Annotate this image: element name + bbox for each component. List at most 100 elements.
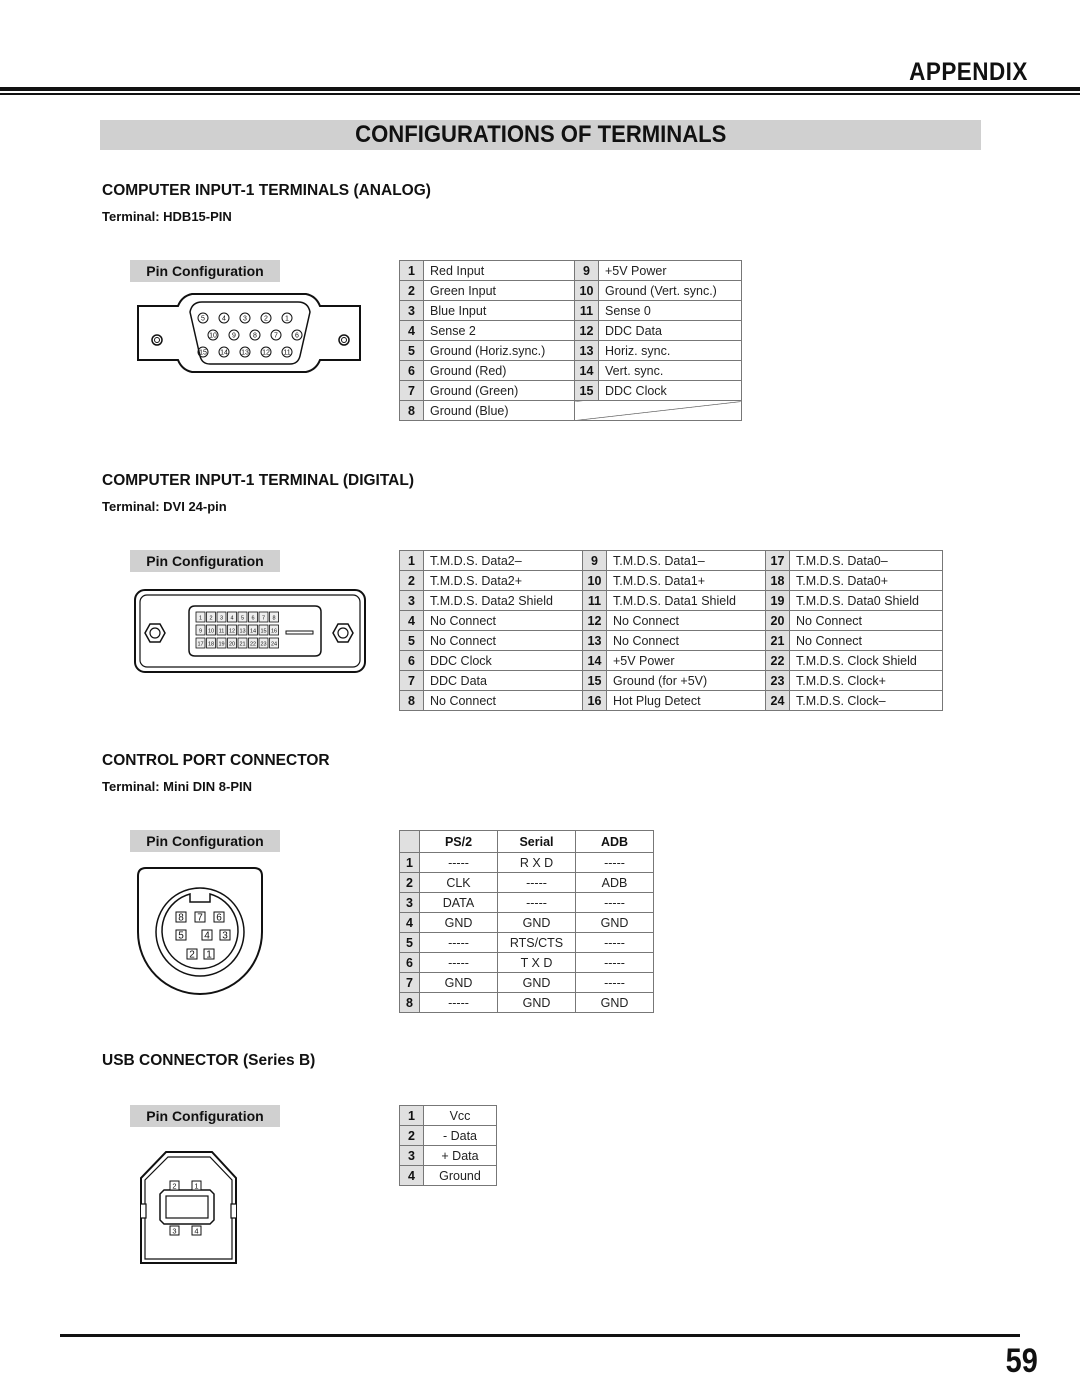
pin-number: 12 [574, 320, 599, 341]
pin-label: 21 [239, 642, 245, 648]
pin-description: T.M.D.S. Clock+ [789, 670, 943, 691]
pin-label: 11 [219, 629, 225, 635]
page-title-bar: CONFIGURATIONS OF TERMINALS [100, 120, 981, 150]
pin-label: 14 [220, 350, 228, 357]
usb-notch-right [230, 1203, 236, 1219]
pin-number: 7 [399, 380, 424, 401]
hex-nut-left-icon [144, 623, 166, 643]
pin-description: DDC Clock [423, 650, 583, 671]
pin-number: 6 [399, 952, 420, 973]
pin-number: 5 [399, 630, 424, 651]
pin-description: - Data [423, 1125, 497, 1146]
dvi-connector-diagram: 1 2 3 4 5 6 7 89 10 11 12 13 14 15 1617 18 19 20 21 22 23 24 [134, 589, 366, 673]
adb-signal: ----- [575, 892, 654, 913]
pin-label: 23 [260, 642, 266, 648]
ps2-signal: GND [419, 972, 498, 993]
serial-signal: R X D [497, 852, 576, 873]
pin-number: 11 [574, 300, 599, 321]
pin-label: 2 [209, 616, 212, 622]
pin-label: 1 [199, 616, 202, 622]
pin-label: 5 [241, 616, 244, 622]
pin-description: Ground (Blue) [423, 400, 575, 421]
pin-label: 1 [206, 950, 212, 961]
pin-description: T.M.D.S. Data1+ [606, 570, 766, 591]
serial-signal: GND [497, 972, 576, 993]
table-row: 1 Vcc [399, 1105, 497, 1126]
table-row: 2- Data [399, 1125, 497, 1146]
pin-description: Hot Plug Detect [606, 690, 766, 711]
table-row: 5 ----- RTS/CTS ----- [399, 932, 654, 953]
pin-description: Vert. sync. [598, 360, 742, 381]
pin-number: 1 [399, 260, 424, 281]
table-row: 7 Ground (Green) 15 DDC Clock [399, 380, 742, 401]
table-row: 1 T.M.D.S. Data2– 9 T.M.D.S. Data1– 17 T.M.D.… [399, 550, 943, 571]
pin-description: +5V Power [598, 260, 742, 281]
pin-description: T.M.D.S. Data1 Shield [606, 590, 766, 611]
pin-label: 4 [204, 931, 210, 942]
pin-label: 3 [220, 616, 223, 622]
screw-hole-left-icon [151, 334, 163, 346]
pin-number: 24 [765, 690, 790, 711]
pin-label: 10 [209, 333, 217, 340]
pin-description: +5V Power [606, 650, 766, 671]
pin-label: 2 [264, 316, 268, 323]
pin-label: 13 [239, 629, 245, 635]
screw-hole-left-inner [154, 337, 160, 343]
control-section-title: CONTROL PORT CONNECTOR [102, 752, 330, 769]
pin-description: T.M.D.S. Data2 Shield [423, 590, 583, 611]
pin-label: 22 [250, 642, 256, 648]
table-row: 8 Ground (Blue) [399, 400, 742, 421]
table-row: 6 ----- T X D ----- [399, 952, 654, 973]
pin-label: 4 [222, 316, 226, 323]
table-row: 5 Ground (Horiz.sync.) 13 Horiz. sync. [399, 340, 742, 361]
adb-signal: ----- [575, 932, 654, 953]
pin-number: 9 [582, 550, 607, 571]
pin-number: 4 [399, 1165, 424, 1186]
pin-label: 1 [285, 316, 289, 323]
pin-description: T.M.D.S. Data2– [423, 550, 583, 571]
pin-label: 9 [199, 629, 202, 635]
pin-number: 15 [582, 670, 607, 691]
pin-number: 8 [399, 400, 424, 421]
ps2-signal: ----- [419, 932, 498, 953]
hex-nut-right-hole [337, 627, 349, 639]
serial-signal: GND [497, 912, 576, 933]
ps2-signal: ----- [419, 992, 498, 1013]
pin-label: 5 [201, 316, 205, 323]
pin-number: 15 [574, 380, 599, 401]
pin-number: 3 [399, 892, 420, 913]
pin-number: 20 [765, 610, 790, 631]
adb-signal: GND [575, 912, 654, 933]
pin-description: Horiz. sync. [598, 340, 742, 361]
hdb15-shell [137, 293, 361, 373]
hdb15-connector-diagram: 5 4 3 2 1 10 9 8 7 6 15 14 13 12 11 [137, 293, 361, 373]
table-row: 8 No Connect 16 Hot Plug Detect 24 T.M.D.S. C… [399, 690, 943, 711]
pin-label: 1 [194, 1182, 198, 1191]
table-row: 2 T.M.D.S. Data2+ 10 T.M.D.S. Data1+ 18 T.M.D… [399, 570, 943, 591]
pin-number: 4 [399, 610, 424, 631]
pin-number: 14 [574, 360, 599, 381]
empty-cell-diagonal [574, 400, 742, 421]
pin-label: 12 [229, 629, 235, 635]
pin-description: Ground (Horiz.sync.) [423, 340, 575, 361]
page-title: CONFIGURATIONS OF TERMINALS [354, 121, 727, 148]
pin-description: Blue Input [423, 300, 575, 321]
pin-label: 18 [208, 642, 214, 648]
pin-label: 2 [189, 950, 195, 961]
table-row: 4 Sense 2 12 DDC Data [399, 320, 742, 341]
table-row: 5 No Connect 13 No Connect 21 No Connect [399, 630, 943, 651]
analog-pin-table: 1 Red Input 9 +5V Power 2 Green Input 10 Ground… [399, 260, 742, 421]
pin-label: 7 [262, 616, 265, 622]
pin-number: 2 [399, 570, 424, 591]
pin-label: 15 [260, 629, 266, 635]
pin-description: Green Input [423, 280, 575, 301]
pin-description: Ground (Vert. sync.) [598, 280, 742, 301]
pin-label: 9 [232, 333, 236, 340]
mini-din-outer-ring [155, 887, 245, 977]
table-row: 7 DDC Data 15 Ground (for +5V) 23 T.M.D.S. Cl… [399, 670, 943, 691]
pin-number: 1 [399, 1105, 424, 1126]
column-header-ps2: PS/2 [419, 830, 498, 853]
digital-pin-config-label: Pin Configuration [130, 550, 280, 572]
pin-number: 8 [399, 992, 420, 1013]
table-row: 3 DATA ----- ----- [399, 892, 654, 913]
